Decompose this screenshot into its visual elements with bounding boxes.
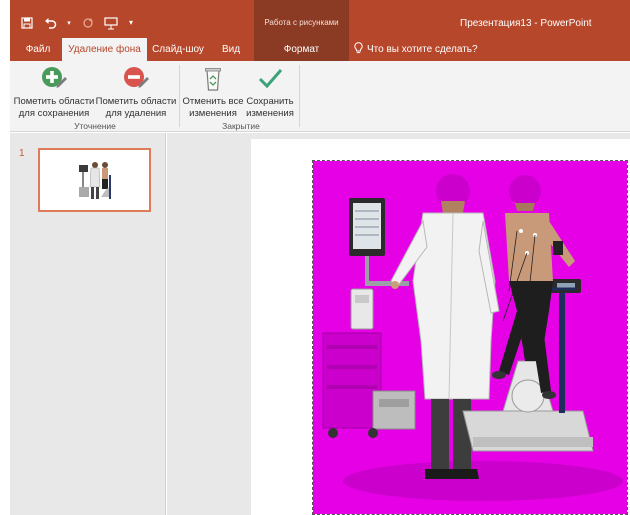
group-separator — [179, 65, 180, 127]
mark-remove-label-line2: для удаления — [105, 108, 167, 119]
keep-changes-label-line2: изменения — [246, 108, 294, 119]
mark-keep-label-line2: для сохранения — [18, 108, 90, 119]
checkmark-icon — [256, 65, 284, 93]
tab-format[interactable]: Формат — [254, 38, 349, 61]
tab-slide-show[interactable]: Слайд-шоу — [149, 38, 207, 61]
discard-label-line1: Отменить все — [182, 96, 244, 107]
tab-file[interactable]: Файл — [14, 38, 62, 61]
contextual-tab-group: Работа с рисунками — [254, 0, 349, 38]
customize-qat-icon[interactable]: ▾ — [127, 16, 135, 30]
background-removal-picture[interactable] — [312, 160, 628, 515]
slide-number: 1 — [19, 148, 25, 159]
mark-remove-icon — [122, 65, 150, 93]
keep-changes-label-line1: Сохранить — [246, 96, 294, 107]
slide-thumbnail[interactable] — [38, 148, 151, 212]
group-separator — [299, 65, 300, 127]
tab-view[interactable]: Вид — [215, 38, 247, 61]
ribbon-tabs: Файл Удаление фона Слайд-шоу Вид Формат … — [10, 38, 630, 61]
recycle-bin-icon — [199, 65, 227, 93]
tab-background-removal[interactable]: Удаление фона — [62, 38, 147, 61]
mark-areas-to-keep-button[interactable]: Пометить области для сохранения — [14, 65, 94, 120]
tell-me-box[interactable]: Что вы хотите сделать? — [354, 38, 478, 61]
save-icon[interactable] — [20, 16, 34, 30]
document-title: Презентация13 - PowerPoint — [460, 18, 592, 29]
ribbon: Пометить области для сохранения Пометить… — [10, 61, 630, 132]
tell-me-label: Что вы хотите сделать? — [367, 44, 478, 55]
lightbulb-icon — [354, 42, 363, 57]
mark-areas-to-remove-button[interactable]: Пометить области для удаления — [96, 65, 176, 120]
undo-icon[interactable] — [43, 16, 57, 30]
mark-keep-label-line1: Пометить области — [13, 96, 95, 107]
discard-label-line2: изменения — [189, 108, 237, 119]
stress-test-photo — [313, 161, 627, 514]
group-label-refine: Уточнение — [74, 121, 116, 131]
mark-keep-icon — [40, 65, 68, 93]
present-from-start-icon[interactable] — [104, 16, 118, 30]
undo-dropdown-icon[interactable]: ▾ — [66, 16, 72, 30]
redo-icon[interactable] — [81, 16, 95, 30]
thumbnail-image — [78, 162, 111, 199]
slide-thumbnails-pane: 1 — [10, 133, 166, 515]
slide-canvas[interactable] — [251, 139, 630, 515]
group-label-close: Закрытие — [222, 121, 260, 131]
keep-changes-button[interactable]: Сохранить изменения — [244, 65, 296, 120]
mark-remove-label-line1: Пометить области — [95, 96, 177, 107]
slide-editing-area — [167, 133, 630, 515]
title-bar: ▾ ▾ Работа с рисунками Презентация13 - P… — [10, 0, 630, 38]
discard-all-changes-button[interactable]: Отменить все изменения — [182, 65, 244, 120]
contextual-group-label: Работа с рисунками — [264, 18, 339, 27]
quick-access-toolbar: ▾ ▾ — [20, 14, 135, 32]
